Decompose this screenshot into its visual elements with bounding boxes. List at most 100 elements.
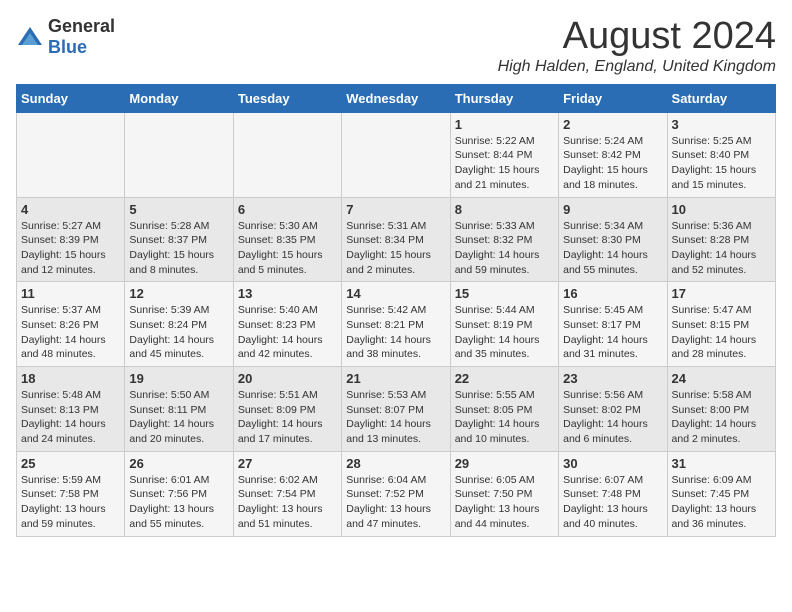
day-number: 10 bbox=[672, 202, 771, 217]
day-number: 31 bbox=[672, 456, 771, 471]
day-number: 25 bbox=[21, 456, 120, 471]
calendar-cell bbox=[17, 112, 125, 197]
calendar-cell: 21 Sunrise: 5:53 AM Sunset: 8:07 PM Dayli… bbox=[342, 367, 450, 452]
day-number: 9 bbox=[563, 202, 662, 217]
day-number: 8 bbox=[455, 202, 554, 217]
day-number: 6 bbox=[238, 202, 337, 217]
day-info: Sunrise: 5:22 AM Sunset: 8:44 PM Dayligh… bbox=[455, 134, 554, 193]
day-number: 19 bbox=[129, 371, 228, 386]
calendar-cell: 30 Sunrise: 6:07 AM Sunset: 7:48 PM Dayli… bbox=[559, 451, 667, 536]
day-number: 18 bbox=[21, 371, 120, 386]
day-info: Sunrise: 5:58 AM Sunset: 8:00 PM Dayligh… bbox=[672, 388, 771, 447]
day-info: Sunrise: 5:34 AM Sunset: 8:30 PM Dayligh… bbox=[563, 219, 662, 278]
calendar-week-row: 25Sunrise: 5:59 AM Sunset: 7:58 PM Dayli… bbox=[17, 451, 776, 536]
day-info: Sunrise: 6:09 AM Sunset: 7:45 PM Dayligh… bbox=[672, 473, 771, 532]
day-number: 2 bbox=[563, 117, 662, 132]
day-number: 13 bbox=[238, 286, 337, 301]
calendar-week-row: 1 Sunrise: 5:22 AM Sunset: 8:44 PM Daylig… bbox=[17, 112, 776, 197]
calendar-cell: 24 Sunrise: 5:58 AM Sunset: 8:00 PM Dayli… bbox=[667, 367, 775, 452]
day-number: 16 bbox=[563, 286, 662, 301]
weekday-header: Sunday bbox=[17, 84, 125, 112]
weekday-header-row: SundayMondayTuesdayWednesdayThursdayFrid… bbox=[17, 84, 776, 112]
calendar-cell: 3 Sunrise: 5:25 AM Sunset: 8:40 PM Daylig… bbox=[667, 112, 775, 197]
logo-general: General bbox=[48, 16, 115, 36]
day-number: 11 bbox=[21, 286, 120, 301]
calendar-cell: 10 Sunrise: 5:36 AM Sunset: 8:28 PM Dayli… bbox=[667, 197, 775, 282]
day-info: Sunrise: 6:04 AM Sunset: 7:52 PM Dayligh… bbox=[346, 473, 445, 532]
weekday-header: Saturday bbox=[667, 84, 775, 112]
day-info: Sunrise: 5:50 AM Sunset: 8:11 PM Dayligh… bbox=[129, 388, 228, 447]
calendar-cell: 16 Sunrise: 5:45 AM Sunset: 8:17 PM Dayli… bbox=[559, 282, 667, 367]
day-info: Sunrise: 6:01 AM Sunset: 7:56 PM Dayligh… bbox=[129, 473, 228, 532]
day-number: 27 bbox=[238, 456, 337, 471]
day-number: 20 bbox=[238, 371, 337, 386]
calendar-cell: 9 Sunrise: 5:34 AM Sunset: 8:30 PM Daylig… bbox=[559, 197, 667, 282]
calendar-cell: 12 Sunrise: 5:39 AM Sunset: 8:24 PM Dayli… bbox=[125, 282, 233, 367]
calendar-cell: 31 Sunrise: 6:09 AM Sunset: 7:45 PM Dayli… bbox=[667, 451, 775, 536]
day-info: Sunrise: 5:25 AM Sunset: 8:40 PM Dayligh… bbox=[672, 134, 771, 193]
calendar-cell bbox=[342, 112, 450, 197]
calendar-cell: 13 Sunrise: 5:40 AM Sunset: 8:23 PM Dayli… bbox=[233, 282, 341, 367]
day-info: Sunrise: 5:24 AM Sunset: 8:42 PM Dayligh… bbox=[563, 134, 662, 193]
calendar-cell: 4 Sunrise: 5:27 AM Sunset: 8:39 PM Daylig… bbox=[17, 197, 125, 282]
day-info: Sunrise: 5:51 AM Sunset: 8:09 PM Dayligh… bbox=[238, 388, 337, 447]
day-info: Sunrise: 5:53 AM Sunset: 8:07 PM Dayligh… bbox=[346, 388, 445, 447]
calendar-cell: 29 Sunrise: 6:05 AM Sunset: 7:50 PM Dayli… bbox=[450, 451, 558, 536]
day-info: Sunrise: 5:28 AM Sunset: 8:37 PM Dayligh… bbox=[129, 219, 228, 278]
day-number: 15 bbox=[455, 286, 554, 301]
day-info: Sunrise: 5:30 AM Sunset: 8:35 PM Dayligh… bbox=[238, 219, 337, 278]
calendar-week-row: 4 Sunrise: 5:27 AM Sunset: 8:39 PM Daylig… bbox=[17, 197, 776, 282]
day-number: 14 bbox=[346, 286, 445, 301]
day-number: 21 bbox=[346, 371, 445, 386]
day-info: Sunrise: 5:36 AM Sunset: 8:28 PM Dayligh… bbox=[672, 219, 771, 278]
calendar-subtitle: High Halden, England, United Kingdom bbox=[498, 58, 776, 76]
day-info: Sunrise: 5:55 AM Sunset: 8:05 PM Dayligh… bbox=[455, 388, 554, 447]
weekday-header: Thursday bbox=[450, 84, 558, 112]
calendar-cell: 26 Sunrise: 6:01 AM Sunset: 7:56 PM Dayli… bbox=[125, 451, 233, 536]
calendar-week-row: 18 Sunrise: 5:48 AM Sunset: 8:13 PM Dayli… bbox=[17, 367, 776, 452]
day-info: Sunrise: 6:07 AM Sunset: 7:48 PM Dayligh… bbox=[563, 473, 662, 532]
day-number: 1 bbox=[455, 117, 554, 132]
day-info: Sunrise: 5:27 AM Sunset: 8:39 PM Dayligh… bbox=[21, 219, 120, 278]
day-info: Sunrise: 6:05 AM Sunset: 7:50 PM Dayligh… bbox=[455, 473, 554, 532]
calendar-cell: 25Sunrise: 5:59 AM Sunset: 7:58 PM Dayli… bbox=[17, 451, 125, 536]
calendar-week-row: 11Sunrise: 5:37 AM Sunset: 8:26 PM Dayli… bbox=[17, 282, 776, 367]
logo-blue: Blue bbox=[48, 37, 87, 57]
day-number: 24 bbox=[672, 371, 771, 386]
calendar-table: SundayMondayTuesdayWednesdayThursdayFrid… bbox=[16, 84, 776, 537]
calendar-cell: 23 Sunrise: 5:56 AM Sunset: 8:02 PM Dayli… bbox=[559, 367, 667, 452]
day-info: Sunrise: 5:40 AM Sunset: 8:23 PM Dayligh… bbox=[238, 303, 337, 362]
calendar-cell: 22 Sunrise: 5:55 AM Sunset: 8:05 PM Dayli… bbox=[450, 367, 558, 452]
calendar-body: 1 Sunrise: 5:22 AM Sunset: 8:44 PM Daylig… bbox=[17, 112, 776, 536]
day-info: Sunrise: 5:39 AM Sunset: 8:24 PM Dayligh… bbox=[129, 303, 228, 362]
calendar-cell: 19 Sunrise: 5:50 AM Sunset: 8:11 PM Dayli… bbox=[125, 367, 233, 452]
day-info: Sunrise: 5:48 AM Sunset: 8:13 PM Dayligh… bbox=[21, 388, 120, 447]
header: General Blue August 2024 High Halden, En… bbox=[16, 16, 776, 76]
day-number: 28 bbox=[346, 456, 445, 471]
calendar-cell bbox=[233, 112, 341, 197]
day-number: 3 bbox=[672, 117, 771, 132]
calendar-header: SundayMondayTuesdayWednesdayThursdayFrid… bbox=[17, 84, 776, 112]
day-info: Sunrise: 5:47 AM Sunset: 8:15 PM Dayligh… bbox=[672, 303, 771, 362]
weekday-header: Tuesday bbox=[233, 84, 341, 112]
calendar-cell: 8 Sunrise: 5:33 AM Sunset: 8:32 PM Daylig… bbox=[450, 197, 558, 282]
calendar-cell: 20 Sunrise: 5:51 AM Sunset: 8:09 PM Dayli… bbox=[233, 367, 341, 452]
day-info: Sunrise: 5:45 AM Sunset: 8:17 PM Dayligh… bbox=[563, 303, 662, 362]
day-number: 22 bbox=[455, 371, 554, 386]
day-info: Sunrise: 5:33 AM Sunset: 8:32 PM Dayligh… bbox=[455, 219, 554, 278]
calendar-cell: 2 Sunrise: 5:24 AM Sunset: 8:42 PM Daylig… bbox=[559, 112, 667, 197]
day-number: 30 bbox=[563, 456, 662, 471]
calendar-cell: 17Sunrise: 5:47 AM Sunset: 8:15 PM Dayli… bbox=[667, 282, 775, 367]
day-info: Sunrise: 5:56 AM Sunset: 8:02 PM Dayligh… bbox=[563, 388, 662, 447]
day-info: Sunrise: 5:44 AM Sunset: 8:19 PM Dayligh… bbox=[455, 303, 554, 362]
day-number: 12 bbox=[129, 286, 228, 301]
day-number: 4 bbox=[21, 202, 120, 217]
calendar-title: August 2024 bbox=[498, 16, 776, 58]
day-number: 23 bbox=[563, 371, 662, 386]
day-number: 29 bbox=[455, 456, 554, 471]
logo-icon bbox=[16, 23, 44, 51]
calendar-cell: 11Sunrise: 5:37 AM Sunset: 8:26 PM Dayli… bbox=[17, 282, 125, 367]
day-number: 26 bbox=[129, 456, 228, 471]
calendar-cell: 18 Sunrise: 5:48 AM Sunset: 8:13 PM Dayli… bbox=[17, 367, 125, 452]
calendar-cell: 27Sunrise: 6:02 AM Sunset: 7:54 PM Dayli… bbox=[233, 451, 341, 536]
